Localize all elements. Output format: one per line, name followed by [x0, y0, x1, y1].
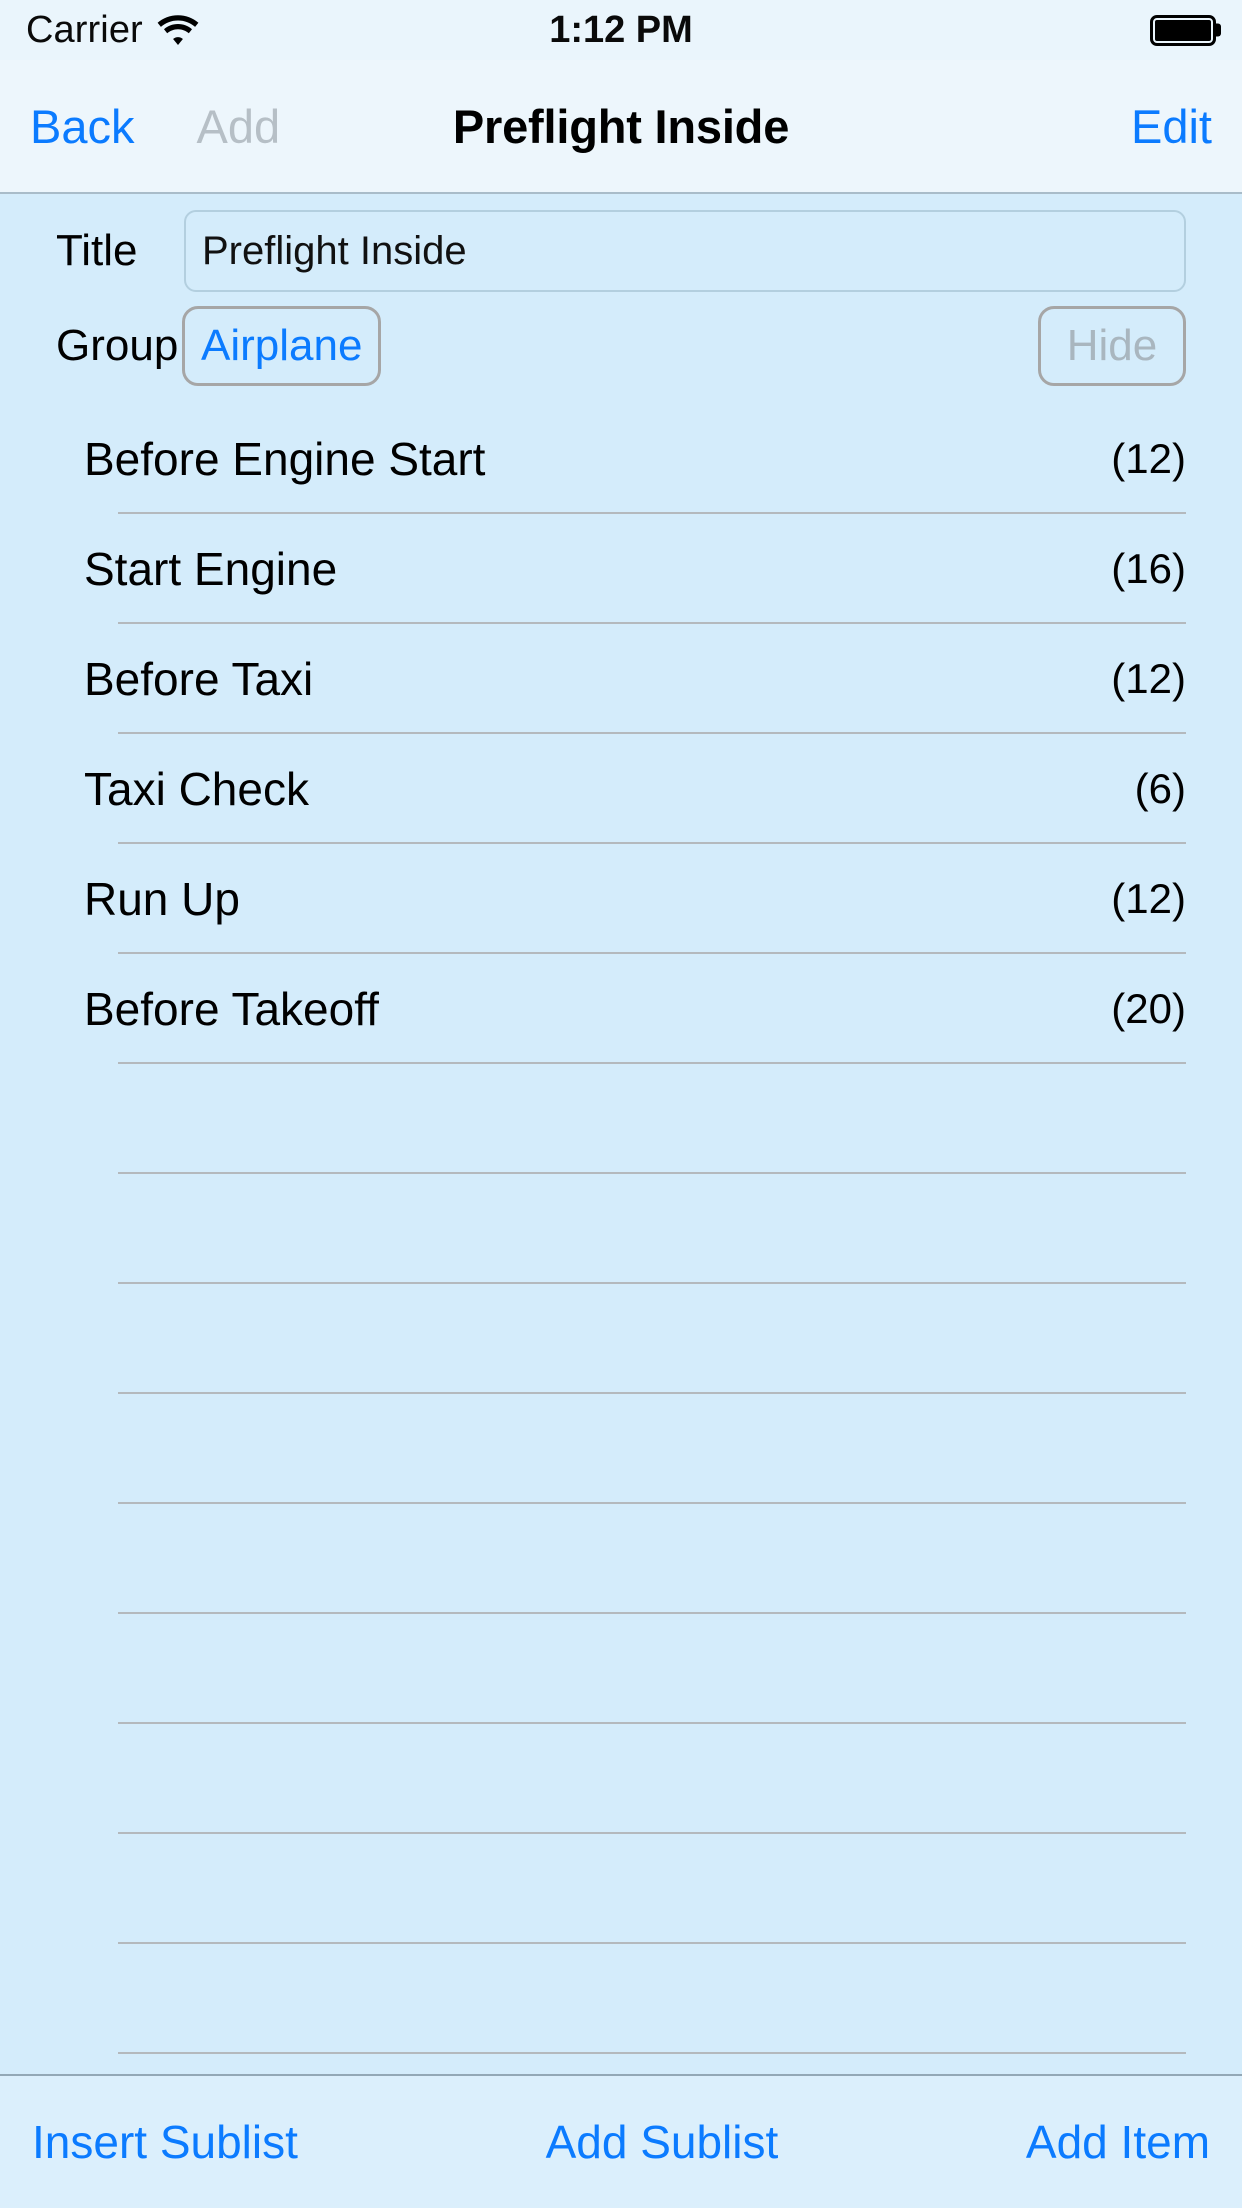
edit-button[interactable]: Edit: [1131, 103, 1212, 150]
row-count: (20): [1111, 985, 1186, 1032]
bottom-toolbar: Insert Sublist Add Sublist Add Item: [0, 2074, 1242, 2208]
status-bar-right: [1150, 14, 1221, 46]
carrier-label: Carrier: [26, 9, 143, 51]
table-row-empty: [0, 1174, 1242, 1284]
row-count: (6): [1134, 765, 1186, 812]
row-title: Taxi Check: [84, 763, 309, 815]
table-row[interactable]: Before Takeoff (20): [0, 954, 1242, 1064]
status-bar: Carrier 1:12 PM: [0, 0, 1242, 60]
navigation-bar-right: Edit: [1131, 103, 1212, 150]
table-row-empty: [0, 1284, 1242, 1394]
title-field-label: Title: [56, 226, 138, 275]
page-title: Preflight Inside: [452, 99, 790, 153]
row-title: Before Taxi: [84, 653, 314, 705]
table-row-empty: [0, 1724, 1242, 1834]
table-row[interactable]: Before Engine Start (12): [0, 404, 1242, 514]
wifi-icon: [157, 14, 199, 46]
table-row-empty: [0, 1614, 1242, 1724]
back-button[interactable]: Back: [30, 103, 135, 150]
app-root: Carrier 1:12 PM Back Add Preflight Insid…: [0, 0, 1242, 2208]
group-field-row: Group Airplane Hide: [0, 292, 1242, 386]
title-input[interactable]: [184, 210, 1186, 292]
row-count: (12): [1111, 655, 1186, 702]
table-row-empty: [0, 2054, 1242, 2074]
battery-fill: [1155, 19, 1211, 41]
table-row-empty: [0, 1944, 1242, 2054]
table-row-empty: [0, 1064, 1242, 1174]
row-count: (16): [1111, 545, 1186, 592]
battery-icon: [1150, 14, 1221, 46]
battery-cap: [1216, 23, 1221, 37]
row-title: Run Up: [84, 873, 240, 925]
table-row-empty: [0, 1504, 1242, 1614]
content-area: Title Group Airplane Hide Before Engine …: [0, 194, 1242, 2074]
table-row-empty: [0, 1394, 1242, 1504]
row-title: Start Engine: [84, 543, 338, 595]
group-value-button[interactable]: Airplane: [182, 306, 382, 386]
group-field-label: Group: [56, 321, 179, 370]
row-title: Before Takeoff: [84, 983, 379, 1035]
table-row[interactable]: Before Taxi (12): [0, 624, 1242, 734]
table-row[interactable]: Taxi Check (6): [0, 734, 1242, 844]
row-count: (12): [1111, 875, 1186, 922]
add-item-button[interactable]: Add Item: [1026, 2119, 1210, 2165]
table-row[interactable]: Start Engine (16): [0, 514, 1242, 624]
title-field-row: Title: [0, 194, 1242, 292]
status-bar-left: Carrier: [26, 11, 199, 49]
insert-sublist-button[interactable]: Insert Sublist: [32, 2119, 298, 2165]
table-row-empty: [0, 1834, 1242, 1944]
row-count: (12): [1111, 435, 1186, 482]
add-button[interactable]: Add: [197, 103, 281, 150]
add-sublist-button[interactable]: Add Sublist: [546, 2119, 779, 2165]
sublist-table: Before Engine Start (12) Start Engine (1…: [0, 404, 1242, 2074]
row-title: Before Engine Start: [84, 433, 486, 485]
navigation-bar: Back Add Preflight Inside Edit: [0, 60, 1242, 194]
table-row[interactable]: Run Up (12): [0, 844, 1242, 954]
hide-button[interactable]: Hide: [1038, 306, 1186, 386]
